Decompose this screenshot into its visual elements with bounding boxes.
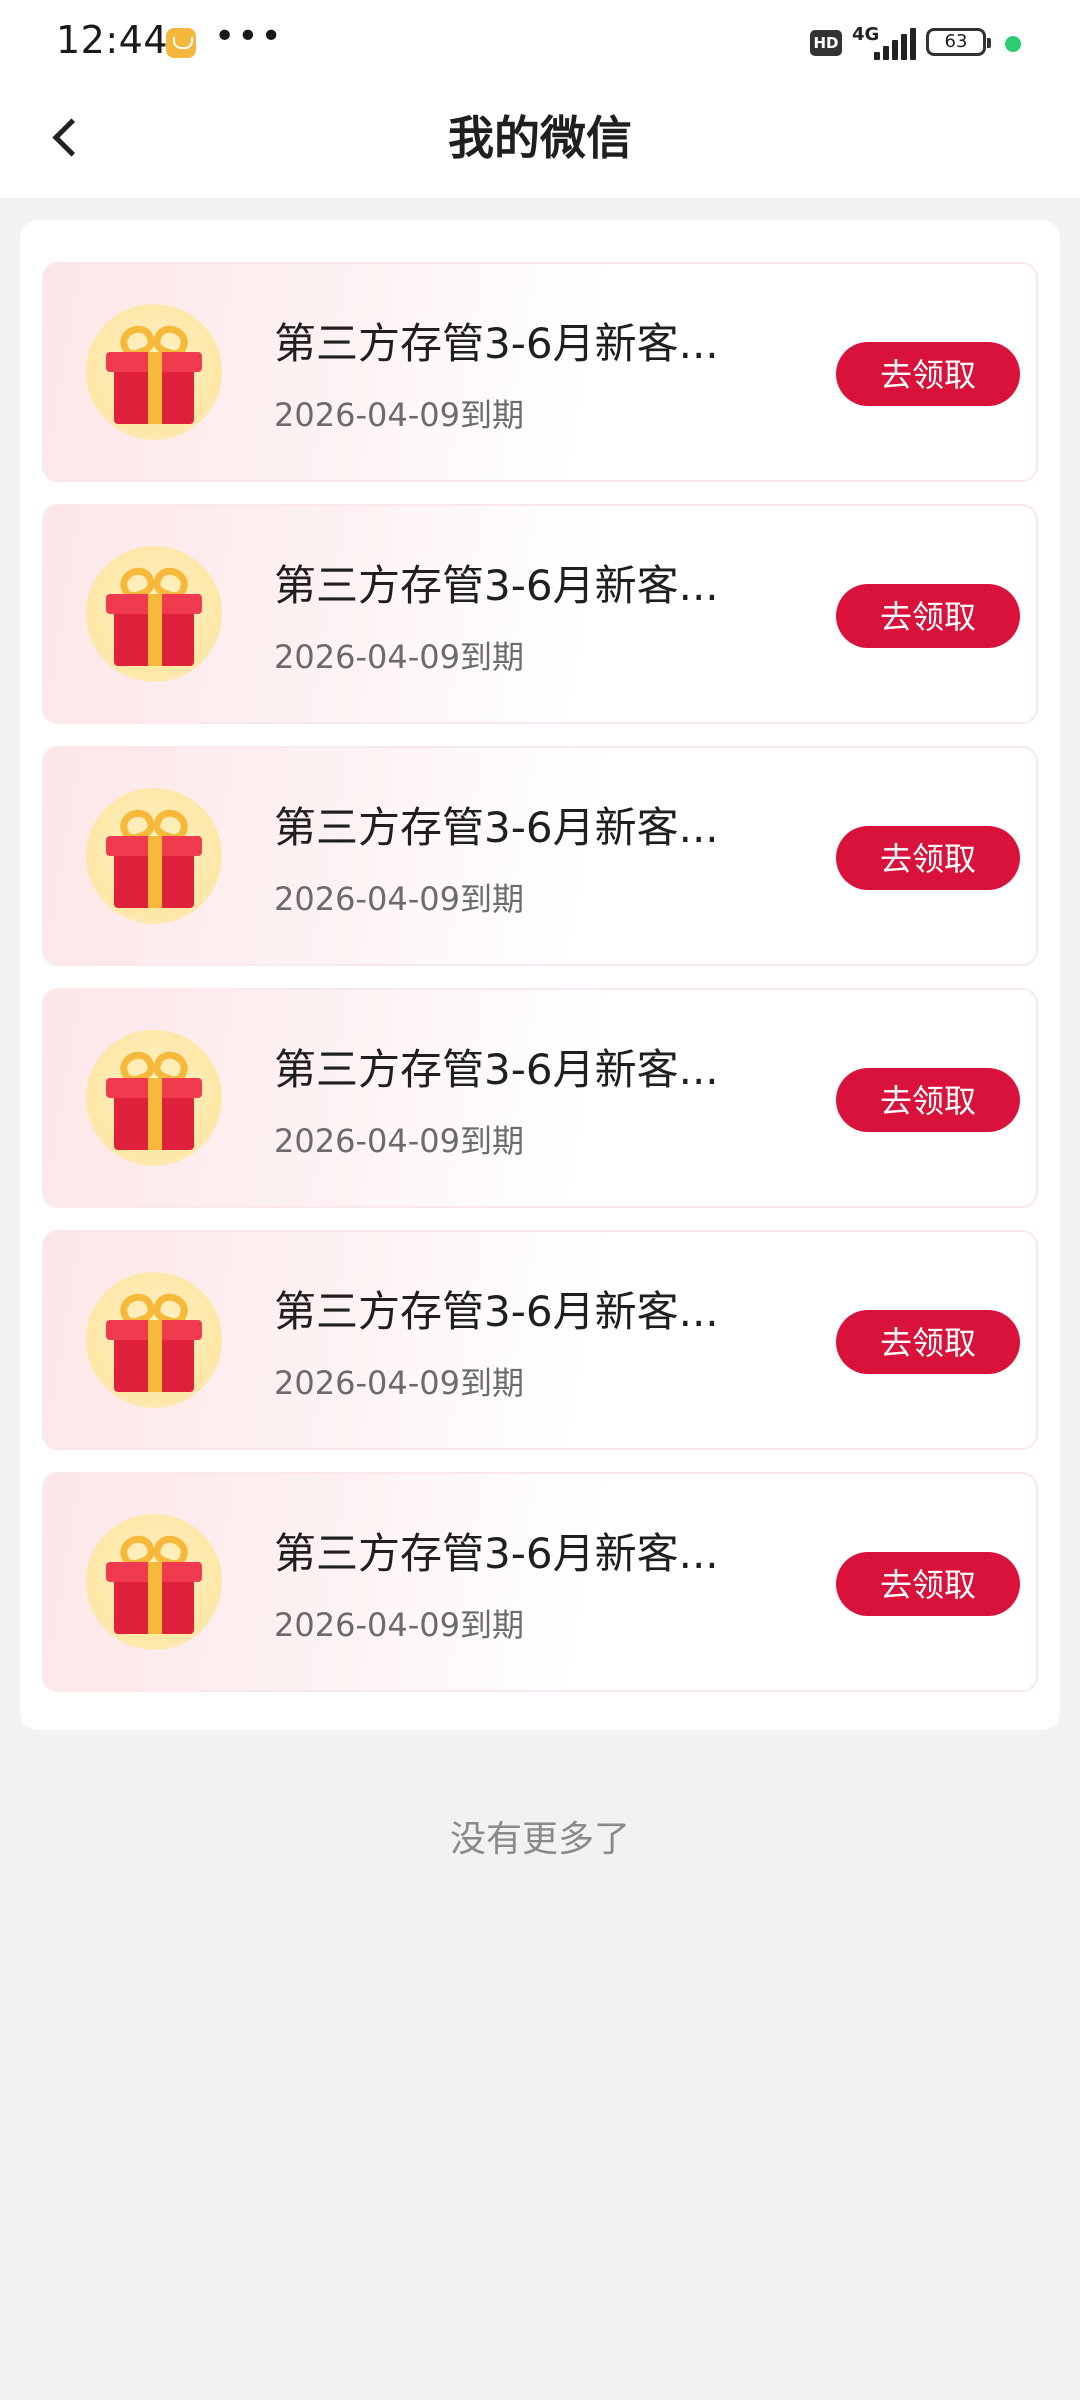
status-time: 12:44 [56, 18, 169, 62]
coupon-item[interactable]: 第三方存管3-6月新客... 2026-04-09到期 去领取 [42, 746, 1038, 966]
claim-button[interactable]: 去领取 [836, 826, 1020, 890]
no-more-label: 没有更多了 [449, 1819, 630, 1860]
coupon-item[interactable]: 第三方存管3-6月新客... 2026-04-09到期 去领取 [42, 988, 1038, 1208]
coupon-item[interactable]: 第三方存管3-6月新客... 2026-04-09到期 去领取 [42, 262, 1038, 482]
coupon-item[interactable]: 第三方存管3-6月新客... 2026-04-09到期 去领取 [42, 1230, 1038, 1450]
back-arrow-icon[interactable] [40, 108, 100, 168]
more-notifications-icon: ••• [214, 16, 284, 57]
coupon-list-card: 第三方存管3-6月新客... 2026-04-09到期 去领取 第三方存管3-6月新客… [20, 220, 1060, 1730]
coupon-expiry: 2026-04-09到期 [274, 1606, 524, 1644]
coupon-expiry: 2026-04-09到期 [274, 1364, 524, 1402]
battery-icon: 63 [926, 28, 991, 56]
claim-button[interactable]: 去领取 [836, 584, 1020, 648]
coupon-expiry: 2026-04-09到期 [274, 880, 524, 918]
gift-box-icon [86, 1514, 222, 1650]
coupon-expiry: 2026-04-09到期 [274, 396, 524, 434]
claim-button[interactable]: 去领取 [836, 1310, 1020, 1374]
claim-button[interactable]: 去领取 [836, 1068, 1020, 1132]
gift-box-icon [86, 788, 222, 924]
signal-strength-icon [870, 28, 916, 60]
coupon-title: 第三方存管3-6月新客... [274, 1529, 719, 1578]
navigation-bar: 我的微信 [0, 78, 1080, 199]
coupon-expiry: 2026-04-09到期 [274, 638, 524, 676]
coupon-title: 第三方存管3-6月新客... [274, 561, 719, 610]
coupon-item[interactable]: 第三方存管3-6月新客... 2026-04-09到期 去领取 [42, 504, 1038, 724]
claim-button[interactable]: 去领取 [836, 1552, 1020, 1616]
page-title: 我的微信 [448, 111, 632, 165]
gift-box-icon [86, 1272, 222, 1408]
active-indicator-dot [1005, 36, 1021, 52]
notification-app-icon [166, 28, 196, 58]
gift-box-icon [86, 304, 222, 440]
hd-voice-icon: HD [810, 30, 842, 56]
gift-box-icon [86, 546, 222, 682]
coupon-title: 第三方存管3-6月新客... [274, 1045, 719, 1094]
status-bar: 12:44 ••• HD 4G 63 [0, 0, 1080, 78]
claim-button[interactable]: 去领取 [836, 342, 1020, 406]
coupon-title: 第三方存管3-6月新客... [274, 319, 719, 368]
coupon-title: 第三方存管3-6月新客... [274, 1287, 719, 1336]
coupon-title: 第三方存管3-6月新客... [274, 803, 719, 852]
gift-box-icon [86, 1030, 222, 1166]
coupon-expiry: 2026-04-09到期 [274, 1122, 524, 1160]
coupon-item[interactable]: 第三方存管3-6月新客... 2026-04-09到期 去领取 [42, 1472, 1038, 1692]
